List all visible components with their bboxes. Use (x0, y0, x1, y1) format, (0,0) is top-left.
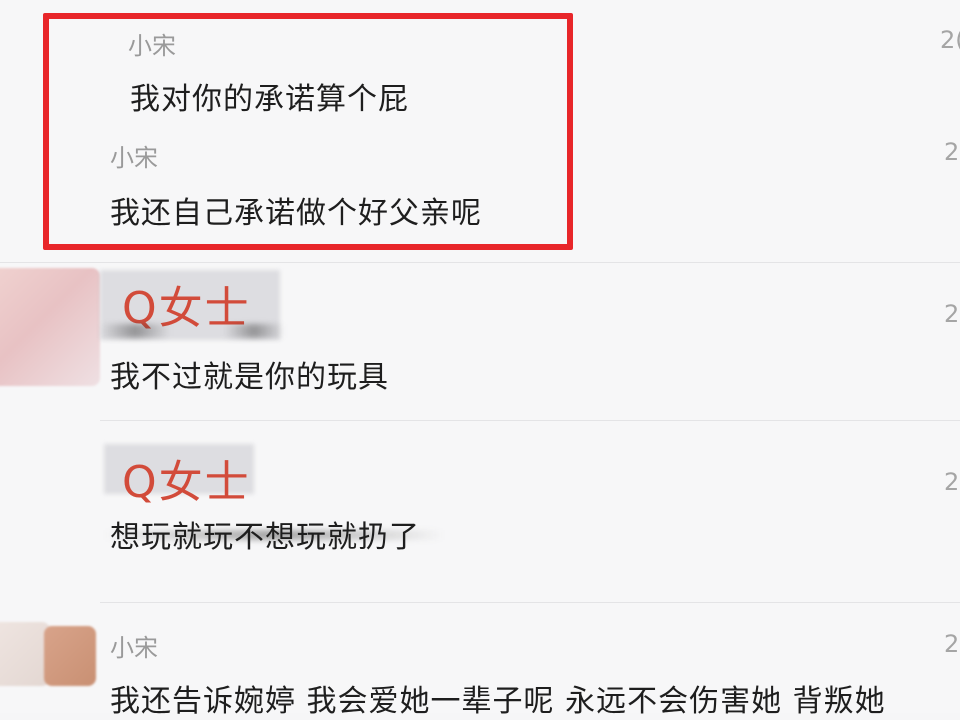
avatar (0, 622, 50, 686)
message-text: 我还告诉婉婷 我会爱她一辈子呢 永远不会伤害她 背叛她 (110, 684, 886, 719)
chat-pane: 小宋 我对你的承诺算个屁 2( 小宋 我还自己承诺做个好父亲呢 2 Q女士 我不… (0, 0, 960, 719)
timestamp: 2 (944, 300, 960, 328)
message-text: 我不过就是你的玩具 (110, 360, 389, 395)
message-text: 想玩就玩不想玩就扔了 (110, 520, 420, 555)
timestamp: 2( (940, 26, 960, 54)
divider (100, 602, 960, 603)
avatar (0, 268, 100, 386)
message-text: 我还自己承诺做个好父亲呢 (110, 196, 482, 231)
divider (0, 262, 960, 263)
timestamp: 2 (944, 138, 960, 166)
divider (100, 420, 960, 421)
message-text: 我对你的承诺算个屁 (130, 82, 409, 117)
sender-name: 小宋 (128, 32, 176, 60)
sender-name: Q女士 (122, 457, 251, 508)
avatar (44, 626, 96, 686)
timestamp: 2 (944, 630, 960, 658)
sender-name: 小宋 (110, 144, 158, 172)
blur-mark (224, 324, 284, 338)
sender-name: 小宋 (110, 634, 158, 662)
timestamp: 2 (944, 468, 960, 496)
blur-mark (100, 324, 170, 338)
